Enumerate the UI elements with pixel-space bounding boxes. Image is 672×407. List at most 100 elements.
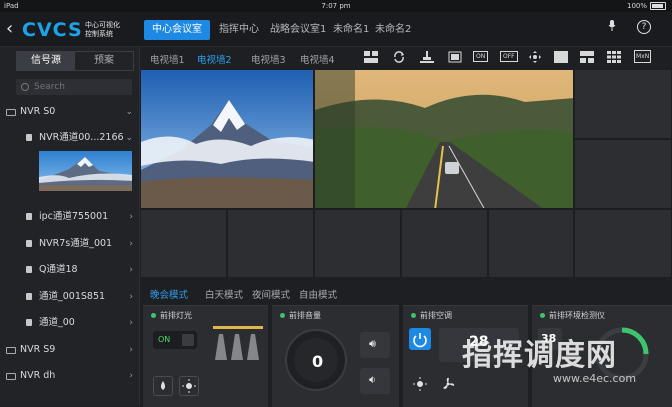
tab-signal-source[interactable]: 信号源 bbox=[17, 52, 75, 70]
speaker-loud-icon: 🔊︎ bbox=[369, 337, 376, 350]
brightness-down-button[interactable] bbox=[153, 376, 173, 396]
sidebar-tabs: 信号源 预案 bbox=[16, 51, 134, 71]
device-icon bbox=[6, 109, 16, 116]
tree-item-channel-001s851[interactable]: 通道_001S851 › bbox=[0, 289, 139, 305]
tab-unnamed-2[interactable]: 未命名2 bbox=[375, 20, 411, 40]
power-on-button[interactable]: ON bbox=[473, 51, 489, 62]
move-arrows-icon[interactable] bbox=[528, 51, 542, 63]
status-dot bbox=[280, 313, 285, 318]
camera-icon bbox=[26, 240, 32, 247]
ac-mode-button[interactable] bbox=[409, 374, 431, 394]
battery-percent: 100% bbox=[626, 2, 647, 10]
speaker-soft-icon: 🔉︎ bbox=[369, 373, 376, 386]
wall-window-road[interactable] bbox=[314, 69, 574, 209]
light-toggle[interactable]: ON bbox=[153, 331, 197, 349]
chevron-right-icon: › bbox=[129, 239, 133, 249]
video-wall-canvas[interactable] bbox=[140, 69, 672, 278]
wall-window-mountain[interactable] bbox=[140, 69, 314, 209]
mode-party[interactable]: 晚会模式 bbox=[150, 287, 188, 301]
spotlight-icon bbox=[213, 326, 263, 360]
brightness-up-button[interactable] bbox=[179, 376, 199, 396]
tab-wall-2[interactable]: 电视墙2 bbox=[197, 52, 232, 66]
back-chevron-icon[interactable]: ‹ bbox=[6, 18, 13, 39]
status-dot bbox=[151, 313, 156, 318]
road-video-image bbox=[315, 70, 573, 208]
volume-up-button[interactable]: 🔊︎ bbox=[360, 332, 390, 358]
chevron-down-icon: ⌄ bbox=[125, 133, 133, 143]
volume-down-button[interactable]: 🔉︎ bbox=[360, 368, 390, 394]
panel-front-volume: 前排音量 0 🔊︎ 🔉︎ bbox=[272, 305, 399, 407]
wall-cell-empty[interactable] bbox=[574, 139, 672, 209]
layout-split-icon[interactable] bbox=[364, 51, 378, 63]
status-dot bbox=[540, 313, 545, 318]
watermark-text: 指挥调度网 bbox=[462, 338, 617, 373]
status-dot bbox=[411, 313, 416, 318]
tab-room-center[interactable]: 中心会议室 bbox=[144, 20, 210, 40]
align-bottom-icon[interactable] bbox=[420, 51, 434, 63]
wall-cell-empty[interactable] bbox=[574, 69, 672, 139]
tree-item-nvr-s0[interactable]: NVR S0 ⌄ bbox=[0, 104, 139, 120]
layout-3x3-icon[interactable] bbox=[607, 51, 621, 63]
channel-preview-thumbnail[interactable] bbox=[39, 151, 132, 191]
power-icon bbox=[413, 333, 427, 348]
refresh-icon[interactable] bbox=[392, 51, 406, 63]
help-icon[interactable]: ? bbox=[637, 20, 651, 34]
chevron-down-icon: ⌄ bbox=[125, 107, 133, 117]
tree-item-nvr-dh[interactable]: NVR dh › bbox=[0, 368, 139, 384]
tree-item-ipc-channel[interactable]: ipc通道755001 › bbox=[0, 209, 139, 225]
mode-night[interactable]: 夜间模式 bbox=[252, 287, 290, 301]
mountain-preview-image bbox=[39, 151, 132, 191]
fan-icon bbox=[443, 377, 455, 389]
camera-icon bbox=[26, 213, 32, 220]
search-icon bbox=[21, 83, 29, 91]
mode-free[interactable]: 自由模式 bbox=[299, 287, 337, 301]
tab-wall-3[interactable]: 电视墙3 bbox=[251, 52, 286, 66]
mode-day[interactable]: 白天模式 bbox=[205, 287, 243, 301]
tree-item-channel-00[interactable]: 通道_00 › bbox=[0, 315, 139, 331]
tab-strategy-room[interactable]: 战略会议室1 bbox=[270, 20, 326, 40]
drop-icon bbox=[161, 381, 165, 390]
tree-item-nvr-s9[interactable]: NVR S9 › bbox=[0, 342, 139, 358]
chevron-right-icon: › bbox=[129, 212, 133, 222]
top-bar: ‹ CVCS 中心可视化 控制系统 中心会议室 指挥中心 战略会议室1 未命名1 … bbox=[0, 12, 672, 47]
power-off-button[interactable]: OFF bbox=[500, 51, 518, 62]
tab-wall-1[interactable]: 电视墙1 bbox=[150, 52, 185, 66]
chevron-right-icon: › bbox=[129, 371, 133, 381]
logo-subtitle: 中心可视化 控制系统 bbox=[85, 21, 120, 38]
chevron-right-icon: › bbox=[129, 318, 133, 328]
tab-wall-4[interactable]: 电视墙4 bbox=[300, 52, 335, 66]
wall-cell-empty[interactable] bbox=[574, 209, 672, 278]
search-input[interactable]: Search bbox=[16, 79, 132, 95]
ac-power-button[interactable] bbox=[409, 328, 431, 350]
microphone-icon[interactable] bbox=[608, 20, 616, 31]
camera-icon bbox=[26, 266, 32, 273]
wall-cell-empty[interactable] bbox=[488, 209, 574, 278]
tree-item-nvr-channel[interactable]: NVR通道00...2166 ⌄ bbox=[0, 130, 139, 146]
panel-front-lights: 前排灯光 ON bbox=[143, 305, 268, 407]
chevron-right-icon: › bbox=[129, 265, 133, 275]
screen-icon[interactable] bbox=[448, 51, 462, 63]
tree-item-q-channel[interactable]: Q通道18 › bbox=[0, 262, 139, 278]
wall-cell-empty[interactable] bbox=[314, 209, 401, 278]
device-icon bbox=[6, 373, 16, 380]
scene-mode-tabs: 晚会模式 白天模式 夜间模式 自由模式 bbox=[140, 283, 672, 303]
tab-unnamed-1[interactable]: 未命名1 bbox=[333, 20, 369, 40]
volume-value: 0 bbox=[312, 352, 324, 371]
sun-icon bbox=[182, 379, 196, 393]
wall-cell-empty[interactable] bbox=[401, 209, 488, 278]
camera-icon bbox=[26, 134, 32, 141]
device-icon bbox=[6, 347, 16, 354]
layout-mxn-button[interactable]: MxN bbox=[634, 50, 652, 63]
wall-cell-empty[interactable] bbox=[140, 209, 227, 278]
battery-icon bbox=[650, 2, 666, 10]
wall-cell-empty[interactable] bbox=[227, 209, 314, 278]
tab-command-center[interactable]: 指挥中心 bbox=[219, 20, 259, 40]
layout-1x1-icon[interactable] bbox=[554, 51, 568, 63]
tree-item-nvr7s-channel[interactable]: NVR7s通道_001 › bbox=[0, 236, 139, 252]
layout-1x2-icon[interactable] bbox=[580, 51, 594, 63]
ac-fan-button[interactable] bbox=[437, 374, 459, 394]
camera-icon bbox=[26, 293, 32, 300]
tab-preset[interactable]: 预案 bbox=[75, 52, 133, 70]
camera-icon bbox=[26, 319, 32, 326]
chevron-right-icon: › bbox=[129, 292, 133, 302]
